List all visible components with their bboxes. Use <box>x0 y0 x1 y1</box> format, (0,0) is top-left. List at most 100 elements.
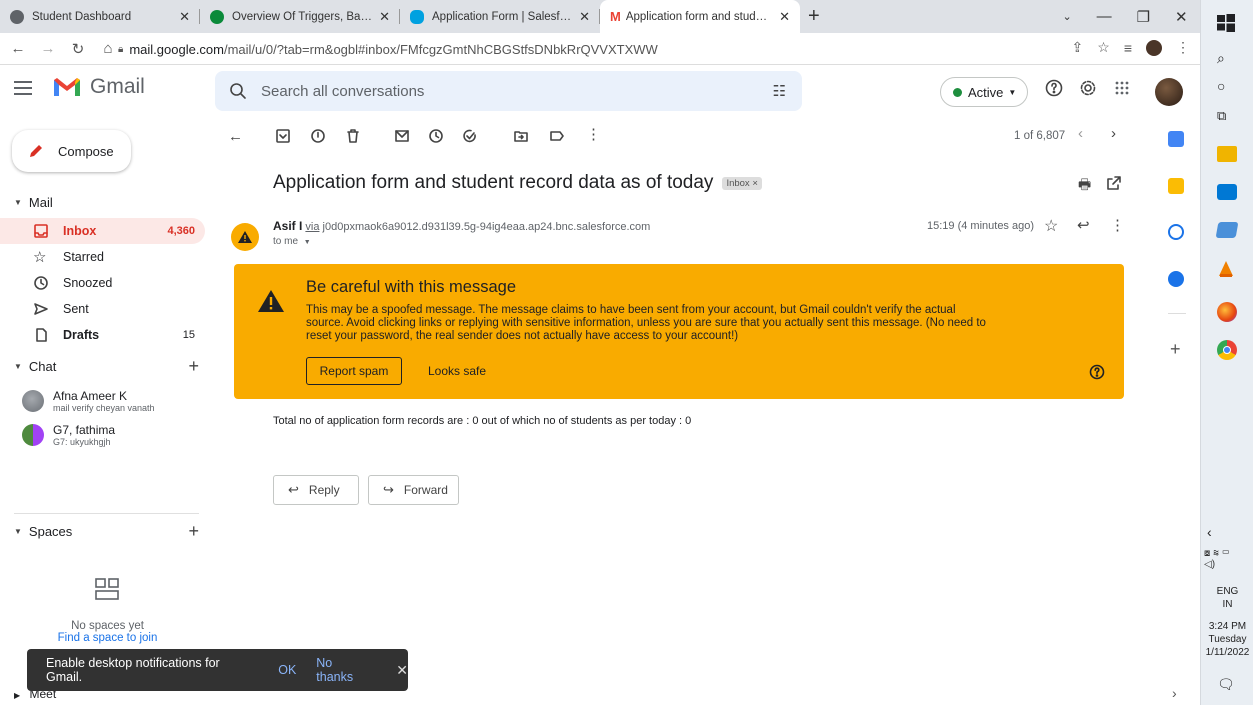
tasks-icon[interactable] <box>1168 224 1184 240</box>
sidebar-item-starred[interactable]: ☆ Starred <box>0 244 205 270</box>
show-hidden-icons-chevron[interactable]: ‹ <box>1207 524 1212 540</box>
more-options-icon[interactable]: ⋮ <box>586 125 601 143</box>
file-explorer-icon[interactable] <box>1217 146 1237 162</box>
find-space-link[interactable]: Find a space to join <box>0 632 215 644</box>
sidebar-item-drafts[interactable]: Drafts 15 <box>0 322 205 348</box>
bookmark-star-icon[interactable]: ☆ <box>1097 39 1110 56</box>
back-icon[interactable]: ← <box>6 40 30 57</box>
help-icon[interactable] <box>1089 364 1105 380</box>
mail-app-icon[interactable] <box>1217 184 1237 200</box>
looks-safe-button[interactable]: Looks safe <box>428 364 486 378</box>
close-window-button[interactable]: ✕ <box>1175 8 1188 26</box>
close-tab-icon[interactable]: ✕ <box>179 9 190 25</box>
settings-gear-icon[interactable] <box>1079 79 1097 97</box>
tab-triggers[interactable]: Overview Of Triggers, Batch Apex ✕ <box>200 0 400 33</box>
spaces-section-header[interactable]: ▼ Spaces + <box>14 521 199 542</box>
gmail-logo[interactable]: Gmail <box>52 75 145 99</box>
address-bar[interactable]: 🔒︎ mail.google.com /mail/u/0/?tab=rm&ogb… <box>118 37 1118 61</box>
app-icon[interactable] <box>1215 222 1239 238</box>
archive-icon[interactable] <box>275 128 291 144</box>
new-tab-button[interactable]: + <box>808 0 820 33</box>
tab-application-form[interactable]: Application Form | Salesforce ✕ <box>400 0 600 33</box>
forward-icon[interactable]: → <box>36 40 60 57</box>
snackbar-no-thanks-button[interactable]: No thanks <box>316 656 372 684</box>
delete-icon[interactable] <box>345 128 361 144</box>
snooze-icon[interactable] <box>428 128 444 144</box>
close-tab-icon[interactable]: ✕ <box>379 9 390 25</box>
sidebar-item-snoozed[interactable]: Snoozed <box>0 270 205 296</box>
avatar <box>22 390 44 412</box>
search-icon[interactable]: ⌕ <box>1217 50 1237 70</box>
open-new-window-icon[interactable] <box>1106 175 1122 191</box>
sidebar-item-sent[interactable]: Sent <box>0 296 205 322</box>
reply-button[interactable]: ↩ Reply <box>273 475 359 505</box>
status-selector[interactable]: Active ▼ <box>940 77 1028 107</box>
chrome-icon[interactable] <box>1217 340 1237 360</box>
new-space-icon[interactable]: + <box>188 521 199 542</box>
windows-start-icon[interactable] <box>1217 14 1237 34</box>
label-icon[interactable] <box>549 128 565 144</box>
apps-grid-icon[interactable] <box>1113 79 1131 97</box>
tab-search-icon[interactable]: ⌄ <box>1062 10 1071 23</box>
taskbar-clock[interactable]: 3:24 PM Tuesday 1/11/2022 <box>1201 620 1253 659</box>
close-tab-icon[interactable]: ✕ <box>579 9 590 25</box>
tab-student-dashboard[interactable]: Student Dashboard ✕ <box>0 0 200 33</box>
chat-item[interactable]: Afna Ameer K mail verify cheyan vanath <box>22 389 155 413</box>
move-to-icon[interactable] <box>513 128 529 144</box>
message-more-icon[interactable]: ⋮ <box>1110 216 1125 234</box>
cortana-icon[interactable]: ○ <box>1217 78 1237 98</box>
system-tray-icons[interactable]: ⧇ ≋ ▭ ◁) <box>1204 548 1230 570</box>
add-task-icon[interactable] <box>462 128 478 144</box>
new-chat-icon[interactable]: + <box>188 356 199 377</box>
browser-menu-icon[interactable]: ⋮ <box>1176 39 1190 56</box>
restore-button[interactable]: ❐ <box>1137 8 1150 26</box>
recipients-toggle[interactable]: to me ▼ <box>273 236 311 247</box>
account-avatar[interactable] <box>1155 78 1183 106</box>
search-options-icon[interactable]: ☷ <box>773 82 786 100</box>
hide-panel-chevron-icon[interactable]: › <box>1172 685 1177 701</box>
search-input[interactable]: Search all conversations <box>261 83 424 100</box>
via-label[interactable]: via <box>305 221 319 233</box>
snackbar-ok-button[interactable]: OK <box>278 663 296 677</box>
reply-icon[interactable]: ↩ <box>1077 216 1090 234</box>
keep-icon[interactable] <box>1168 178 1184 194</box>
newer-chevron-icon[interactable]: ‹ <box>1078 125 1083 142</box>
language-indicator[interactable]: ENG IN <box>1201 585 1253 611</box>
tab-gmail-active[interactable]: M Application form and student rec ✕ <box>600 0 800 33</box>
mark-unread-icon[interactable] <box>394 128 410 144</box>
back-to-inbox-icon[interactable]: ← <box>228 128 243 145</box>
mail-section-header[interactable]: ▼ Mail <box>14 195 199 210</box>
search-bar[interactable]: Search all conversations ☷ <box>215 71 802 111</box>
reading-list-icon[interactable]: ≡ <box>1124 40 1132 56</box>
close-tab-icon[interactable]: ✕ <box>779 9 790 25</box>
get-addons-icon[interactable]: + <box>1170 339 1181 360</box>
help-icon[interactable] <box>1045 79 1063 97</box>
main-menu-icon[interactable] <box>14 81 32 95</box>
minimize-button[interactable]: — <box>1097 8 1112 25</box>
chat-item[interactable]: G7, fathima G7: ukyukhgjh <box>22 423 115 447</box>
sidebar-item-inbox[interactable]: Inbox 4,360 <box>0 218 205 244</box>
home-icon[interactable]: ⌂ <box>96 40 120 57</box>
inbox-label-chip[interactable]: Inbox × <box>722 176 762 190</box>
search-icon[interactable] <box>229 82 247 100</box>
task-view-icon[interactable]: ⧉ <box>1217 108 1237 128</box>
report-spam-icon[interactable] <box>310 128 326 144</box>
star-message-icon[interactable]: ☆ <box>1044 216 1058 236</box>
vlc-icon[interactable] <box>1217 260 1237 280</box>
sender-name[interactable]: Asif I <box>273 219 302 233</box>
reload-icon[interactable]: ↻ <box>66 40 90 58</box>
older-chevron-icon[interactable]: › <box>1111 125 1116 142</box>
notification-center-icon[interactable]: 🗨︎ <box>1217 676 1235 693</box>
close-icon[interactable]: ✕ <box>396 662 408 679</box>
compose-button[interactable]: Compose <box>12 130 131 172</box>
report-spam-button[interactable]: Report spam <box>306 357 402 385</box>
print-icon[interactable]: 🖶︎ <box>1078 174 1091 198</box>
message-body: Total no of application form records are… <box>273 415 692 427</box>
forward-button[interactable]: ↪ Forward <box>368 475 459 505</box>
calendar-icon[interactable] <box>1168 131 1184 147</box>
profile-avatar-icon[interactable] <box>1146 39 1162 56</box>
contacts-icon[interactable] <box>1168 271 1184 287</box>
firefox-icon[interactable] <box>1217 302 1237 322</box>
chat-section-header[interactable]: ▼ Chat + <box>14 356 199 377</box>
share-icon[interactable]: ⇪ <box>1072 39 1084 56</box>
